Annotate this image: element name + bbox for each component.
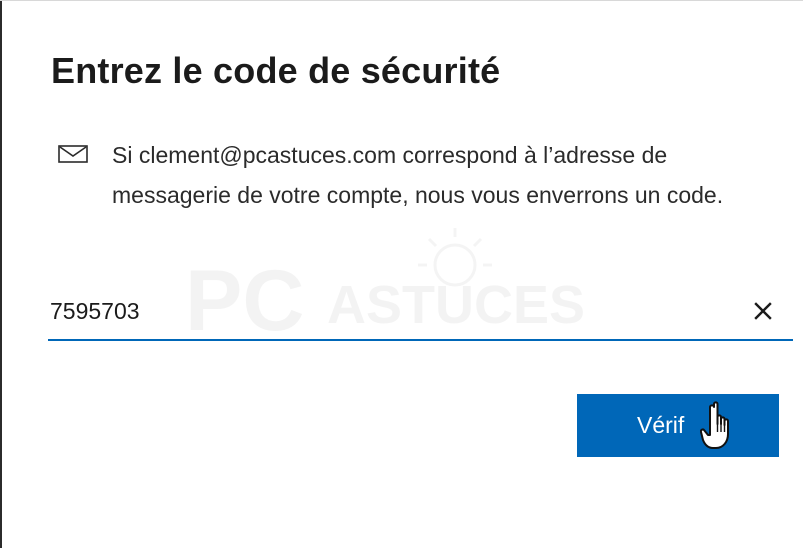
security-code-description: Si clement@pcastuces.com correspond à l’… xyxy=(112,142,724,208)
security-code-dialog: Entrez le code de sécurité Si clement@pc… xyxy=(0,0,803,548)
page-title: Entrez le code de sécurité xyxy=(51,50,501,91)
mail-icon xyxy=(58,145,88,163)
close-icon xyxy=(754,302,772,320)
window-left-border xyxy=(0,0,2,548)
hand-pointer-cursor xyxy=(700,401,729,449)
window-top-border xyxy=(0,0,803,1)
security-code-input[interactable] xyxy=(48,285,710,337)
security-code-field[interactable] xyxy=(48,285,793,341)
verify-button[interactable]: Vérif xyxy=(577,394,779,457)
clear-input-button[interactable] xyxy=(747,295,779,327)
